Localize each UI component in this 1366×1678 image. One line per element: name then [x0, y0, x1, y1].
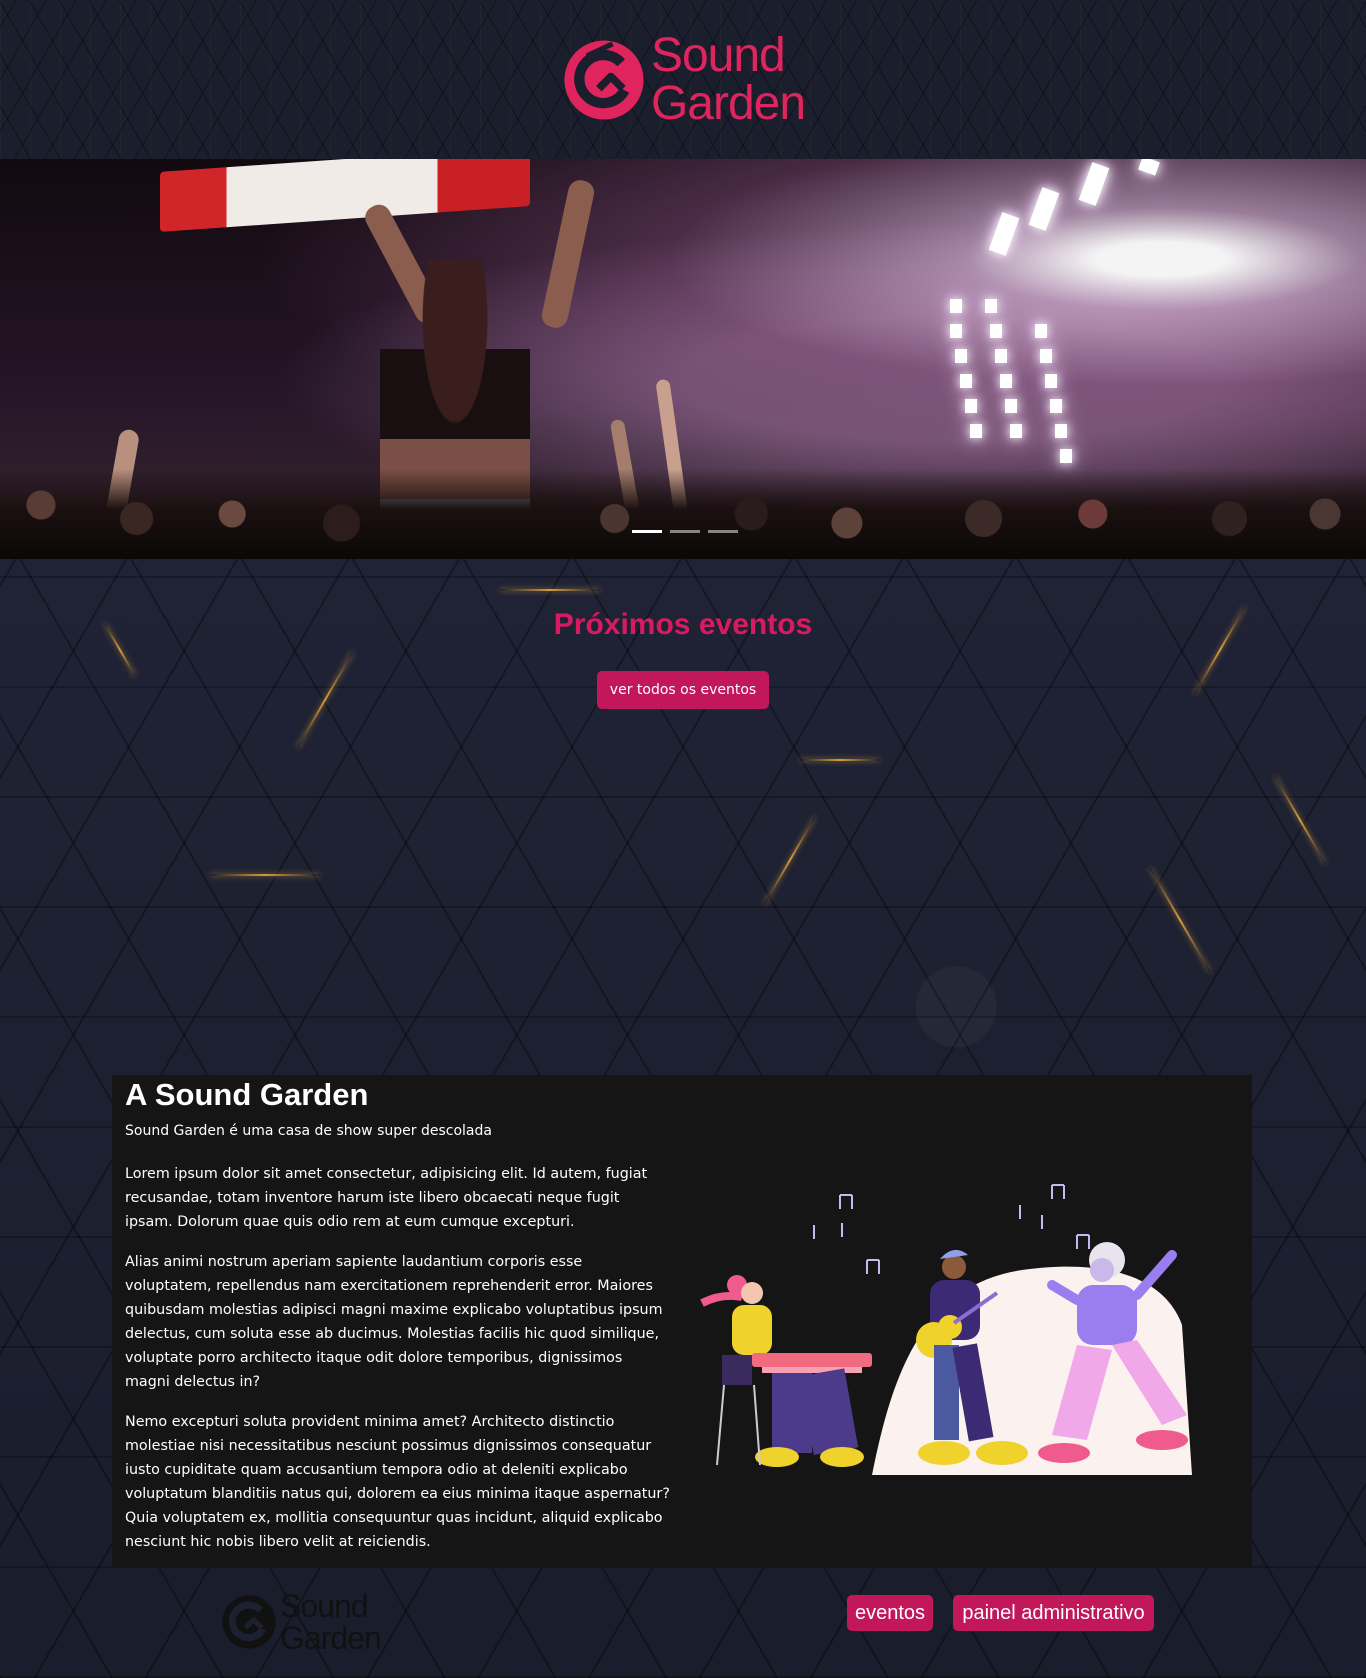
events-title: Próximos eventos: [553, 608, 813, 641]
about-text: Lorem ipsum dolor sit amet consectetur, …: [125, 1162, 670, 1570]
site-footer: Sound Garden eventos painel administrati…: [0, 1568, 1366, 1678]
crowd-silhouette: [0, 469, 1366, 559]
about-subtitle: Sound Garden é uma casa de show super de…: [125, 1123, 492, 1139]
about-section: A Sound Garden Sound Garden é uma casa d…: [112, 1075, 1252, 1568]
brand-name-line2: Garden: [650, 76, 806, 130]
about-paragraph: Lorem ipsum dolor sit amet consectetur, …: [125, 1166, 648, 1230]
footer-logo[interactable]: Sound Garden: [220, 1588, 382, 1656]
events-section: Próximos eventos ver todos os eventos: [0, 559, 1366, 1075]
carousel-indicator-1[interactable]: [632, 530, 662, 533]
footer-brand-line2: Garden: [280, 1620, 382, 1656]
flag-shape: [160, 159, 530, 232]
view-all-events-button[interactable]: ver todos os eventos: [597, 671, 769, 709]
about-title: A Sound Garden: [125, 1077, 369, 1112]
hero-carousel[interactable]: [0, 159, 1366, 559]
about-paragraph: Alias animi nostrum aperiam sapiente lau…: [125, 1254, 663, 1390]
band-illustration: [700, 1184, 1192, 1475]
about-paragraph: Nemo excepturi soluta provident minima a…: [125, 1414, 670, 1550]
header-logo[interactable]: Sound Garden: [561, 28, 806, 130]
carousel-indicators: [632, 530, 738, 533]
site-header: Sound Garden: [0, 0, 1366, 159]
sound-garden-logo-icon: [564, 39, 644, 120]
sound-garden-logo-icon: [222, 1595, 276, 1649]
carousel-indicator-3[interactable]: [708, 530, 738, 533]
nav-link-painel-administrativo[interactable]: painel administrativo: [953, 1595, 1154, 1631]
carousel-indicator-2[interactable]: [670, 530, 700, 533]
nav-link-eventos[interactable]: eventos: [847, 1595, 933, 1631]
raised-arm: [539, 177, 597, 331]
footer-brand-line1: Sound: [280, 1588, 369, 1624]
brand-name-line1: Sound: [650, 28, 786, 82]
